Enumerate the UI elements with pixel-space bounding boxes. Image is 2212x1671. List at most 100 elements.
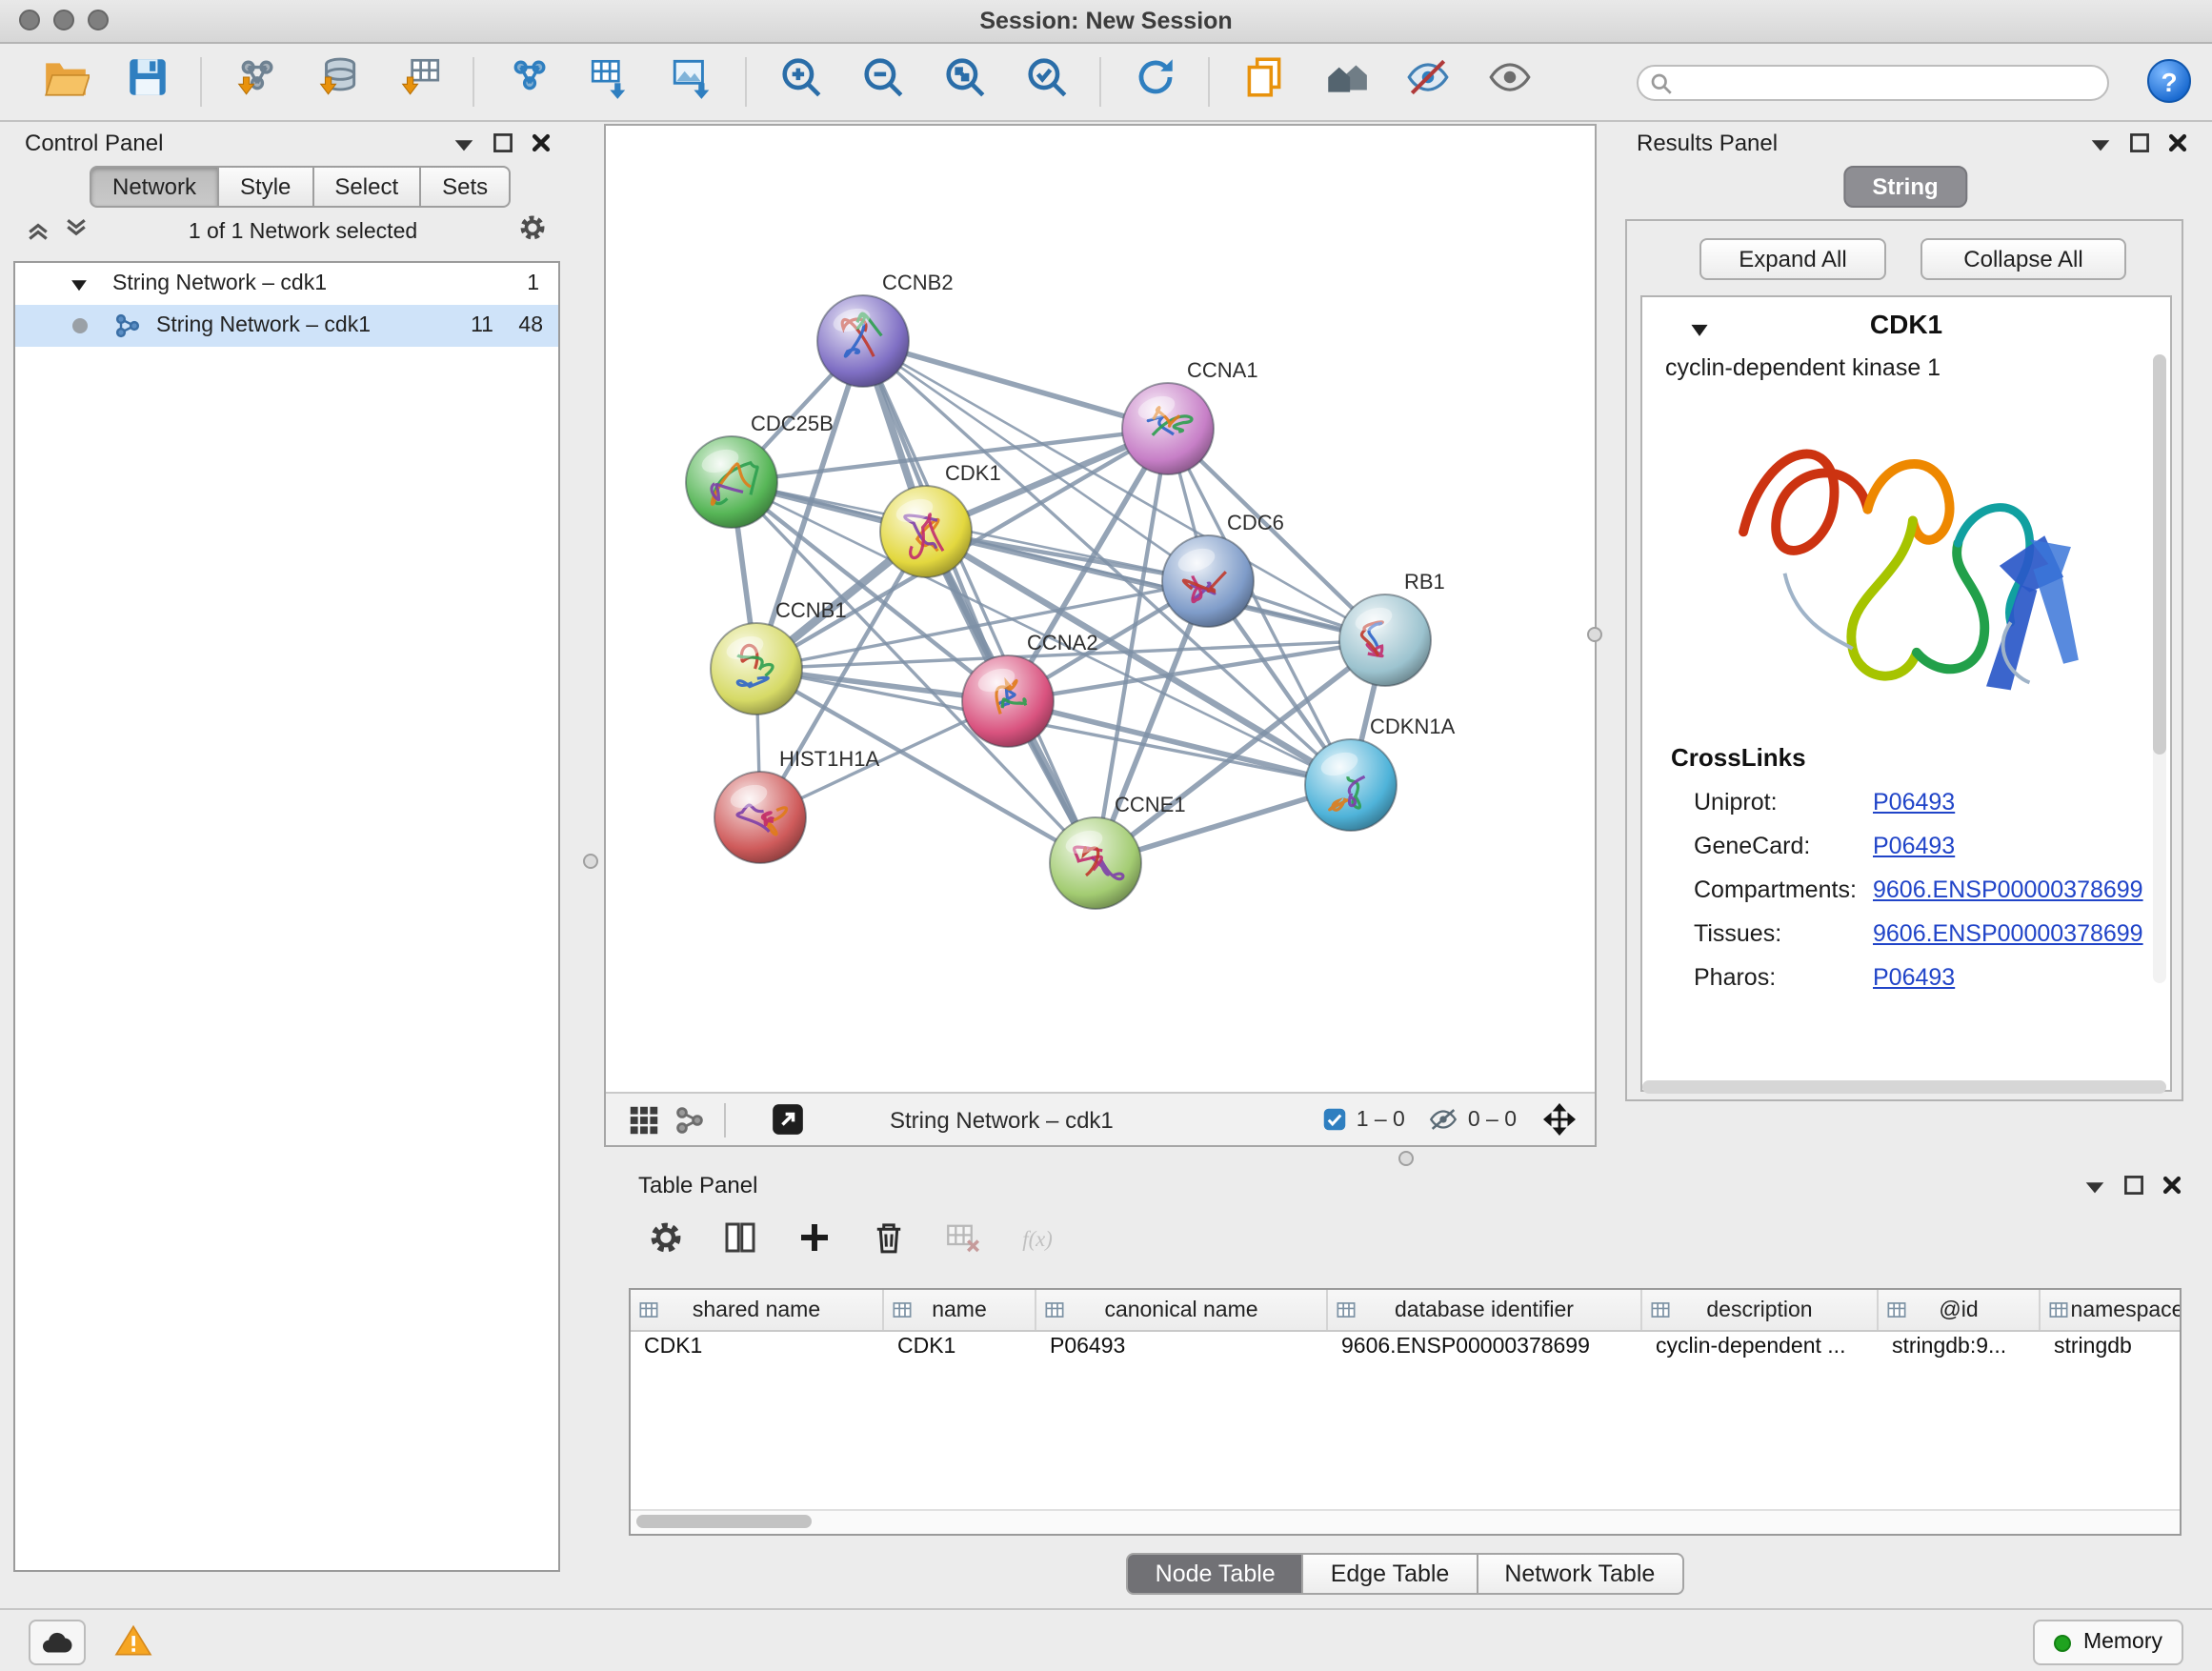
- right-splitter-handle[interactable]: [1587, 627, 1602, 642]
- crosslink-link[interactable]: P06493: [1873, 788, 1955, 815]
- table-cell[interactable]: 9606.ENSP00000378699: [1328, 1332, 1642, 1368]
- save-session-button[interactable]: [118, 53, 175, 111]
- network-row[interactable]: String Network – cdk1 11 48: [15, 305, 558, 347]
- table-cell[interactable]: CDK1: [884, 1332, 1036, 1368]
- column-header-canonical-name[interactable]: canonical name: [1036, 1290, 1328, 1330]
- column-header-namespace[interactable]: namespace: [2041, 1290, 2182, 1330]
- crosslink-link[interactable]: P06493: [1873, 832, 1955, 858]
- network-node-HIST1H1A[interactable]: [714, 772, 806, 863]
- table-cell[interactable]: CDK1: [631, 1332, 884, 1368]
- tab-node-table[interactable]: Node Table: [1127, 1553, 1304, 1595]
- zoom-out-button[interactable]: [854, 53, 911, 111]
- network-node-RB1[interactable]: [1339, 594, 1431, 686]
- import-network-from-file-button[interactable]: [227, 53, 284, 111]
- collapse-all-button[interactable]: Collapse All: [1920, 238, 2126, 280]
- table-cell[interactable]: stringdb: [2041, 1332, 2182, 1368]
- tab-sets[interactable]: Sets: [421, 166, 511, 208]
- grid-mode-button[interactable]: [621, 1098, 667, 1140]
- hidden-eye-slash-icon[interactable]: [1428, 1103, 1460, 1136]
- left-splitter-handle[interactable]: [583, 854, 598, 869]
- collapse-section-icon[interactable]: [1688, 316, 1711, 351]
- table-cell[interactable]: P06493: [1036, 1332, 1328, 1368]
- network-node-CCNE1[interactable]: [1050, 817, 1141, 909]
- panel-float-icon[interactable]: [2128, 131, 2151, 154]
- expand-all-networks-icon[interactable]: [63, 214, 90, 251]
- hide-graphics-details-button[interactable]: [1398, 53, 1456, 111]
- network-node-CCNA2[interactable]: [962, 655, 1054, 747]
- table-row[interactable]: CDK1CDK1P064939606.ENSP00000378699cyclin…: [631, 1332, 2180, 1368]
- search-input[interactable]: [1682, 70, 2096, 96]
- help-button[interactable]: ?: [2147, 59, 2191, 103]
- warnings-button[interactable]: [107, 1620, 160, 1661]
- network-table-button[interactable]: [581, 53, 638, 111]
- results-vertical-scrollbar[interactable]: [2153, 354, 2166, 983]
- open-session-button[interactable]: [36, 53, 93, 111]
- node-label-CDKN1A: CDKN1A: [1370, 715, 1456, 738]
- panel-float-icon[interactable]: [2122, 1174, 2145, 1197]
- gear-icon[interactable]: [516, 211, 549, 253]
- panel-float-icon[interactable]: [492, 131, 514, 154]
- show-all-networks-button[interactable]: [1317, 53, 1374, 111]
- tab-edge-table[interactable]: Edge Table: [1304, 1553, 1478, 1595]
- network-node-CCNB1[interactable]: [711, 623, 802, 715]
- table-cell[interactable]: stringdb:9...: [1879, 1332, 2041, 1368]
- panel-menu-icon[interactable]: [2082, 1173, 2107, 1198]
- delete-column-button[interactable]: [861, 1216, 915, 1269]
- zoom-selected-button[interactable]: [1017, 53, 1075, 111]
- create-column-button[interactable]: [787, 1216, 840, 1269]
- bottom-splitter-handle[interactable]: [1398, 1151, 1414, 1166]
- refresh-button[interactable]: [1126, 53, 1183, 111]
- network-node-CCNB2[interactable]: [817, 295, 909, 387]
- export-image-button[interactable]: [663, 53, 720, 111]
- table-cell[interactable]: cyclin-dependent ...: [1642, 1332, 1879, 1368]
- network-node-CDK1[interactable]: [880, 486, 972, 577]
- tab-style[interactable]: Style: [219, 166, 313, 208]
- show-columns-button[interactable]: [713, 1216, 766, 1269]
- tab-string[interactable]: String: [1843, 166, 1966, 208]
- import-table-from-file-button[interactable]: [391, 53, 448, 111]
- tab-network[interactable]: Network: [90, 166, 219, 208]
- collapse-all-networks-icon[interactable]: [25, 214, 51, 251]
- network-canvas[interactable]: CCNB2CCNA1CDC25BCDK1CDC6RB1CCNB1CCNA2CDK…: [606, 126, 1595, 1094]
- column-header-description[interactable]: description: [1642, 1290, 1879, 1330]
- network-node-CCNA1[interactable]: [1122, 383, 1214, 474]
- crosslink-link[interactable]: P06493: [1873, 963, 1955, 990]
- panel-close-icon[interactable]: [2161, 1174, 2183, 1197]
- import-network-from-database-button[interactable]: [309, 53, 366, 111]
- memory-button[interactable]: Memory: [2034, 1620, 2183, 1665]
- network-node-CDC25B[interactable]: [686, 436, 777, 528]
- network-node-CDKN1A[interactable]: [1305, 739, 1397, 831]
- column-header-@id[interactable]: @id: [1879, 1290, 2041, 1330]
- panel-menu-icon[interactable]: [452, 131, 476, 155]
- network-collection-row[interactable]: String Network – cdk1 1: [15, 263, 558, 305]
- network-share-button[interactable]: [667, 1098, 713, 1140]
- column-header-database-identifier[interactable]: database identifier: [1328, 1290, 1642, 1330]
- network-arrows-button[interactable]: [499, 53, 556, 111]
- column-header-name[interactable]: name: [884, 1290, 1036, 1330]
- column-header-shared-name[interactable]: shared name: [631, 1290, 884, 1330]
- search-box[interactable]: [1637, 65, 2109, 101]
- network-node-CDC6[interactable]: [1162, 535, 1254, 627]
- table-horizontal-scrollbar[interactable]: [631, 1509, 2180, 1534]
- results-horizontal-scrollbar[interactable]: [1642, 1080, 2166, 1094]
- network-edge-CCNB2-CCNA1[interactable]: [863, 341, 1168, 429]
- table-settings-button[interactable]: [638, 1216, 692, 1269]
- pan-move-icon[interactable]: [1543, 1103, 1576, 1136]
- panel-close-icon[interactable]: [2166, 131, 2189, 154]
- zoom-in-button[interactable]: [772, 53, 829, 111]
- tab-select[interactable]: Select: [313, 166, 421, 208]
- copy-document-button[interactable]: [1235, 53, 1292, 111]
- panel-close-icon[interactable]: [530, 131, 553, 154]
- zoom-fit-button[interactable]: [935, 53, 993, 111]
- show-graphics-details-button[interactable]: [1480, 53, 1538, 111]
- expand-all-button[interactable]: Expand All: [1699, 238, 1886, 280]
- crosslink-link[interactable]: 9606.ENSP00000378699: [1873, 876, 2143, 902]
- birds-eye-view-button[interactable]: [764, 1098, 810, 1140]
- crosslink-link[interactable]: 9606.ENSP00000378699: [1873, 919, 2143, 946]
- scrollbar-thumb[interactable]: [636, 1515, 812, 1528]
- selected-nodes-checkbox-icon[interactable]: [1320, 1105, 1349, 1134]
- panel-menu-icon[interactable]: [2088, 131, 2113, 155]
- disclosure-triangle-icon[interactable]: [69, 273, 90, 294]
- tab-network-table[interactable]: Network Table: [1478, 1553, 1683, 1595]
- cloud-button[interactable]: [29, 1620, 86, 1665]
